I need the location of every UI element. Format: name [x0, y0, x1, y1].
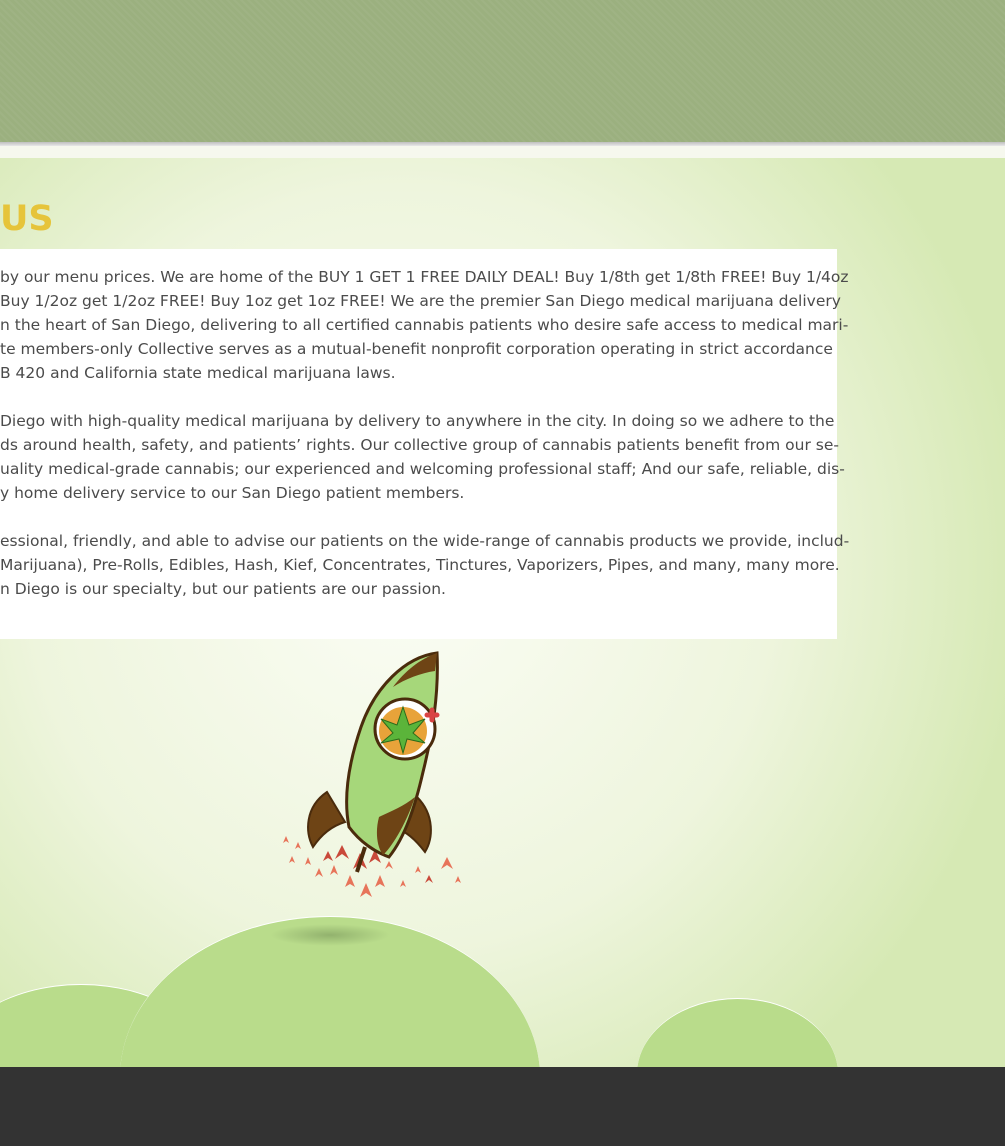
text-line: ds around health, safety, and patients’ … [0, 436, 839, 454]
text-line: B 420 and California state medical marij… [0, 364, 396, 382]
text-line: te members-only Collective serves as a m… [0, 340, 833, 358]
hill-right [637, 998, 838, 1067]
text-line: Diego with high-quality medical marijuan… [0, 412, 835, 430]
section-heading: US [0, 199, 54, 239]
header-bar [0, 0, 1005, 142]
rocket-cannabis-leaf-icon [283, 651, 461, 897]
text-line: n Diego is our specialty, but our patien… [0, 580, 446, 598]
main-section: US by our menu prices. We are home of th… [0, 158, 1005, 1067]
text-line: Buy 1/2oz get 1/2oz FREE! Buy 1oz get 1o… [0, 292, 841, 310]
text-line: essional, friendly, and able to advise o… [0, 532, 850, 550]
paragraph-1: by our menu prices. We are home of the B… [0, 265, 849, 385]
paragraph-2: Diego with high-quality medical marijuan… [0, 409, 845, 505]
header-divider [0, 142, 1005, 146]
text-line: by our menu prices. We are home of the B… [0, 268, 849, 286]
content-box: by our menu prices. We are home of the B… [0, 249, 850, 639]
text-line: n the heart of San Diego, delivering to … [0, 316, 849, 334]
footer-bar [0, 1067, 1005, 1146]
rocket-shadow [270, 924, 390, 946]
text-line: uality medical-grade cannabis; our exper… [0, 460, 845, 478]
text-line: Marijuana), Pre-Rolls, Edibles, Hash, Ki… [0, 556, 840, 574]
rocket-body [307, 651, 440, 873]
paragraph-3: essional, friendly, and able to advise o… [0, 529, 850, 601]
text-line: y home delivery service to our San Diego… [0, 484, 465, 502]
